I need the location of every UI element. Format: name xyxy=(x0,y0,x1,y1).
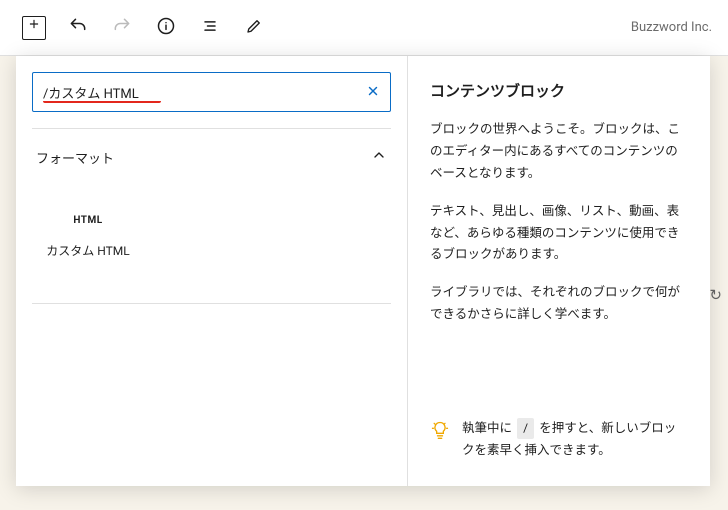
topbar-tools xyxy=(16,10,272,46)
clear-search-button[interactable] xyxy=(366,82,380,103)
undo-icon xyxy=(68,16,88,39)
block-label: カスタム HTML xyxy=(46,242,129,259)
tip-box: 執筆中に / を押すと、新しいブロックを素早く挿入できます。 xyxy=(430,418,688,462)
plus-icon xyxy=(22,16,46,40)
block-inserter-panel: /カスタム HTML フォーマット HTML カスタム HTML コンテンツブロ… xyxy=(16,56,710,486)
redo-button[interactable] xyxy=(104,10,140,46)
edit-button[interactable] xyxy=(236,10,272,46)
spellcheck-underline xyxy=(43,101,161,103)
divider xyxy=(32,303,391,304)
search-wrap: /カスタム HTML xyxy=(16,56,407,128)
undo-button[interactable] xyxy=(60,10,96,46)
block-grid: HTML カスタム HTML xyxy=(16,183,407,303)
info-title: コンテンツブロック xyxy=(430,80,688,101)
outline-button[interactable] xyxy=(192,10,228,46)
tip-before: 執筆中に xyxy=(462,421,512,436)
redo-icon xyxy=(112,16,132,39)
info-paragraph: ブロックの世界へようこそ。ブロックは、このエディター内にあるすべてのコンテンツの… xyxy=(430,119,688,185)
list-icon xyxy=(200,16,220,39)
refresh-icon: ↻ xyxy=(709,286,722,304)
inserter-left: /カスタム HTML フォーマット HTML カスタム HTML xyxy=(16,56,408,486)
info-paragraph: ライブラリでは、それぞれのブロックで何ができるかさらに詳しく学べます。 xyxy=(430,282,688,326)
tip-key: / xyxy=(517,418,534,439)
info-button[interactable] xyxy=(148,10,184,46)
pencil-icon xyxy=(245,17,263,38)
category-title: フォーマット xyxy=(36,148,114,167)
close-icon xyxy=(366,84,380,98)
block-item-custom-html[interactable]: HTML カスタム HTML xyxy=(32,191,144,283)
info-icon xyxy=(156,16,176,39)
topbar: Buzzword Inc. xyxy=(0,0,728,56)
search-input-text: /カスタム HTML xyxy=(43,83,366,102)
category-header-format[interactable]: フォーマット xyxy=(16,129,407,183)
info-paragraph: テキスト、見出し、画像、リスト、動画、表など、あらゆる種類のコンテンツに使用でき… xyxy=(430,201,688,267)
chevron-up-icon xyxy=(371,147,387,167)
html-icon: HTML xyxy=(73,215,102,226)
bulb-icon xyxy=(430,420,450,445)
brand-label: Buzzword Inc. xyxy=(631,20,712,35)
add-block-button[interactable] xyxy=(16,10,52,46)
search-input[interactable]: /カスタム HTML xyxy=(32,72,391,112)
inserter-right: コンテンツブロック ブロックの世界へようこそ。ブロックは、このエディター内にある… xyxy=(408,56,710,486)
tip-text: 執筆中に / を押すと、新しいブロックを素早く挿入できます。 xyxy=(462,418,688,462)
